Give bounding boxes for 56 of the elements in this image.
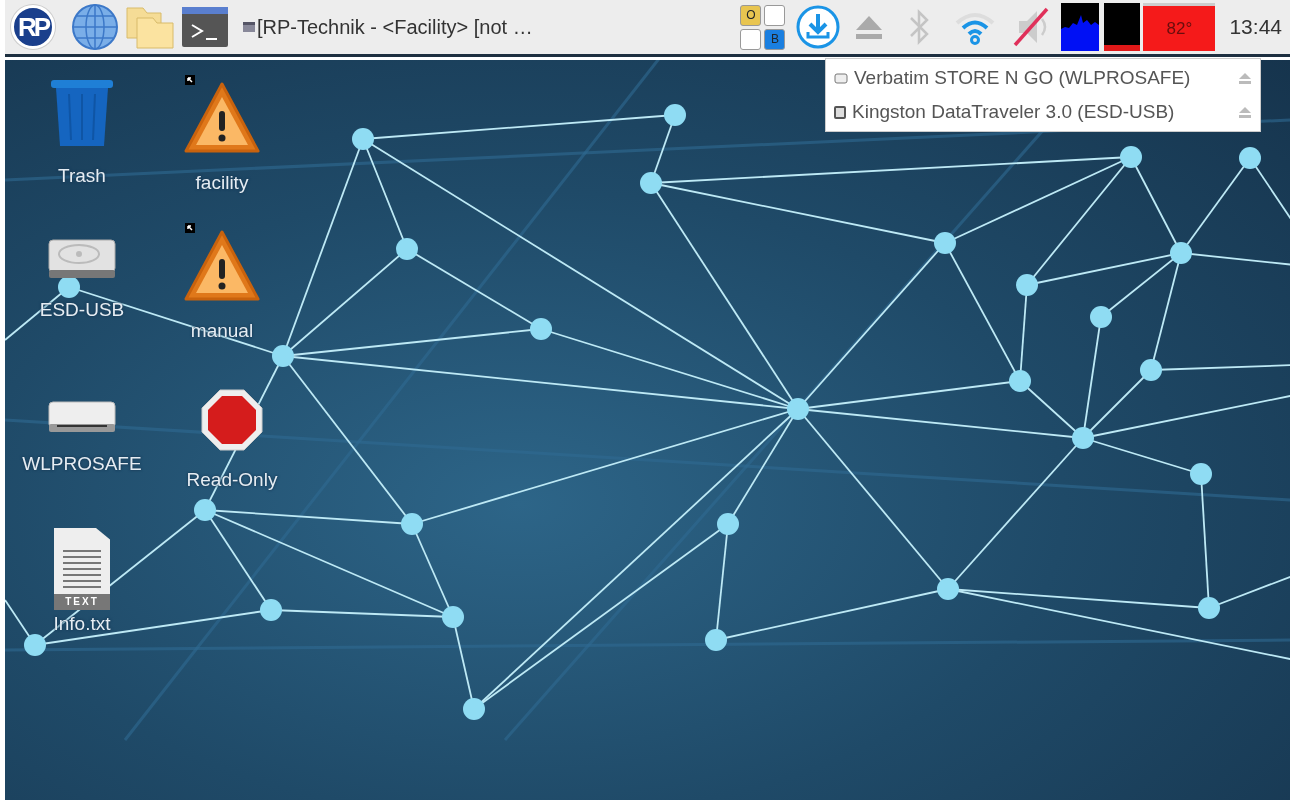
window-icon — [243, 21, 255, 33]
network-node — [1190, 463, 1212, 485]
window-task-button[interactable]: [RP-Technik - <Facility> [not … — [237, 12, 539, 42]
network-node — [194, 499, 216, 521]
network-node — [1090, 306, 1112, 328]
network-node — [934, 232, 956, 254]
network-node — [272, 345, 294, 367]
menu-item[interactable]: Kingston DataTraveler 3.0 (ESD-USB) — [826, 95, 1260, 129]
text-file-icon[interactable]: TEXT — [54, 528, 110, 610]
indicator-key: O — [740, 4, 762, 26]
network-node — [705, 629, 727, 651]
network-node — [463, 698, 485, 720]
indicator-square — [740, 28, 762, 50]
network-node — [1198, 597, 1220, 619]
download-icon[interactable] — [795, 4, 842, 50]
network-node — [1140, 359, 1162, 381]
drive-icon — [834, 72, 848, 84]
icon-label: Trash — [58, 164, 106, 188]
indicator-key: B — [764, 28, 786, 50]
indicator-square — [764, 4, 786, 26]
network-node — [1239, 147, 1261, 169]
cpu-usage-graph — [1061, 3, 1100, 51]
network-node — [787, 398, 809, 420]
terminal-icon[interactable] — [181, 6, 229, 48]
network-node — [58, 276, 80, 298]
network-node — [1009, 370, 1031, 392]
network-node — [260, 599, 282, 621]
network-node — [640, 172, 662, 194]
menu-item[interactable]: Verbatim STORE N GO (WLPROSAFE) — [826, 61, 1260, 95]
network-node — [1072, 427, 1094, 449]
file-type-label: TEXT — [54, 594, 110, 610]
network-node — [352, 128, 374, 150]
temperature-monitor: 82° — [1143, 3, 1216, 51]
icon-label: ESD-USB — [39, 298, 125, 322]
network-node — [1170, 242, 1192, 264]
network-node — [530, 318, 552, 340]
icon-label: facility — [195, 171, 249, 195]
usb-stick-icon — [834, 105, 846, 119]
network-node — [1016, 274, 1038, 296]
memory-usage-graph — [1104, 3, 1141, 51]
warning-icon[interactable] — [184, 81, 260, 155]
network-node — [24, 634, 46, 656]
logo-menu-button[interactable]: RP — [11, 5, 55, 49]
stop-sign-icon[interactable] — [200, 388, 264, 452]
network-node — [1120, 146, 1142, 168]
network-node — [937, 578, 959, 600]
network-node — [401, 513, 423, 535]
globe-icon[interactable] — [71, 3, 119, 51]
network-node — [442, 606, 464, 628]
warning-icon[interactable] — [184, 229, 260, 303]
clock[interactable]: 13:44 — [1229, 11, 1282, 43]
network-node — [664, 104, 686, 126]
network-node — [717, 513, 739, 535]
network-node — [396, 238, 418, 260]
icon-label: WLPROSAFE — [22, 452, 142, 476]
trash-icon[interactable] — [49, 78, 115, 148]
